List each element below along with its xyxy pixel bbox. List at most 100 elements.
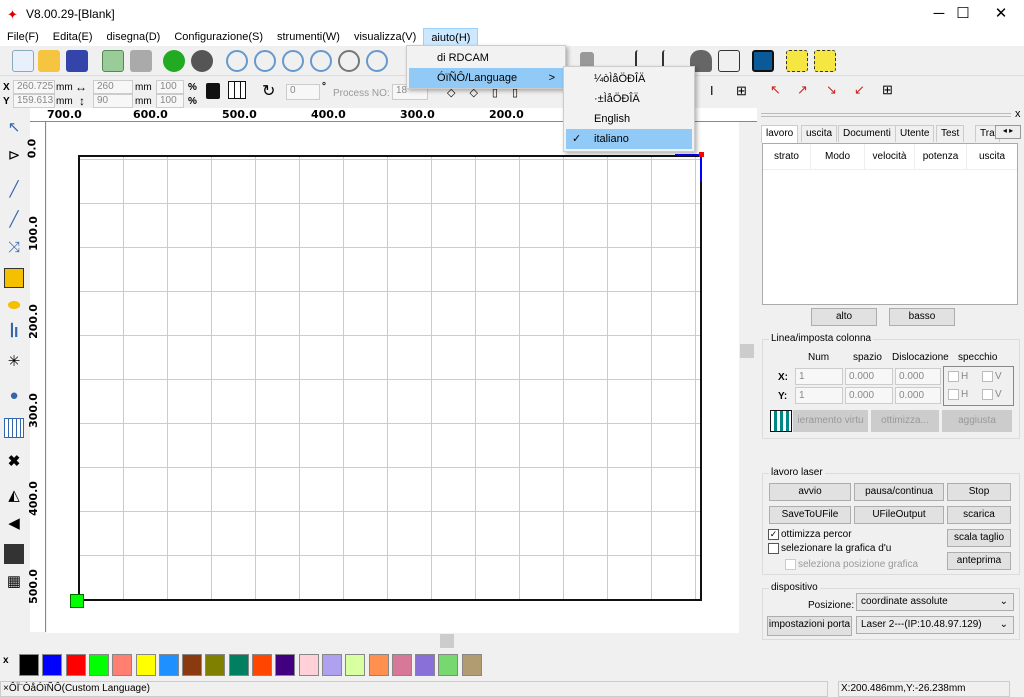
scale-x-field[interactable]: 100 [156,80,184,94]
color-swatch[interactable] [228,654,249,676]
export-icon[interactable] [130,50,152,72]
curve-tool-icon[interactable]: ⤨ [4,238,24,258]
menu-help[interactable]: aiuto(H) [423,28,479,46]
column-header[interactable]: Modo [811,144,865,169]
monitor-icon[interactable] [752,50,774,72]
zoom-page-icon[interactable] [310,50,332,72]
color-swatch[interactable] [275,654,296,676]
zoom-out-icon[interactable] [282,50,304,72]
stop-button[interactable]: Stop [947,483,1011,501]
optimize-button[interactable]: ottimizza... [871,410,939,432]
pause-continue-button[interactable]: pausa/continua [854,483,944,501]
adjust-button[interactable]: aggiusta [942,410,1012,432]
array-grid-icon[interactable] [770,410,792,432]
align-icon[interactable] [4,544,24,564]
color-swatch[interactable] [112,654,133,676]
scroll-thumb[interactable] [740,344,754,358]
preview-button[interactable]: anteprima [947,552,1011,570]
menu-view[interactable]: visualizza(V) [347,28,423,46]
color-swatch[interactable] [368,654,389,676]
horizontal-scrollbar[interactable] [47,633,739,649]
tab-utente[interactable]: Utente [895,125,935,142]
menu-item-about[interactable]: di RDCAM [409,48,563,68]
width-lock-icon[interactable]: ↔ [75,80,87,94]
color-swatch[interactable] [345,654,366,676]
menu-tools[interactable]: strumenti(W) [270,28,347,46]
move-down-button[interactable]: basso [889,308,955,326]
color-swatch[interactable] [415,654,436,676]
save-to-ufile-button[interactable]: SaveToUFile [769,506,851,524]
color-swatch[interactable] [158,654,179,676]
zoom-grid-icon[interactable] [338,50,360,72]
mirror-h-icon[interactable]: ◭ [4,486,24,506]
palette-close-button[interactable]: x [3,655,9,666]
menu-item-language[interactable]: ÓïÑÔ/Language > [409,68,563,88]
import-icon[interactable] [102,50,124,72]
menu-edit[interactable]: Edita(E) [46,28,100,46]
scale-y-field[interactable]: 100 [156,94,184,108]
delete-tool-icon[interactable]: ✖ [4,452,24,472]
color-swatch[interactable] [438,654,459,676]
cut-scale-button[interactable]: scala taglio [947,529,1011,547]
bottom-right-icon[interactable]: ↘ [826,82,837,98]
position-1-icon[interactable] [786,50,808,72]
node-edit-icon[interactable]: ⊳ [4,146,24,166]
zoom-all-icon[interactable] [366,50,388,72]
tab-uscita[interactable]: uscita [801,125,838,142]
x-offset-field[interactable]: 0.000 [895,368,941,385]
select-tool-icon[interactable]: ↖ [4,118,24,138]
anchor-grid-icon[interactable] [228,81,246,99]
mirror-x-h-checkbox[interactable]: H [948,371,968,382]
ellipse-tool-icon[interactable]: ⬬ [4,296,24,316]
language-english[interactable]: English [566,109,692,129]
point-tool-icon[interactable]: ✳ [4,352,24,372]
position-2-icon[interactable] [814,50,836,72]
array-tool-icon[interactable] [4,418,24,438]
rotate-icon[interactable]: ↻ [262,81,275,101]
list-icon[interactable] [718,50,740,72]
position-select[interactable]: coordinate assolute ⌄ [856,593,1014,611]
menu-config[interactable]: Configurazione(S) [167,28,270,46]
optimize-path-checkbox[interactable]: ✓ ottimizza percor [768,529,852,540]
color-swatch[interactable] [19,654,39,676]
same-height-icon[interactable]: Ⅰ [710,84,714,98]
x-num-field[interactable]: 1 [795,368,843,385]
vertical-scrollbar[interactable] [739,122,756,633]
menu-file[interactable]: File(F) [0,28,46,46]
column-header[interactable]: potenza [915,144,967,169]
close-button[interactable]: ✕ [978,0,1024,28]
mirror-y-h-checkbox[interactable]: H [948,389,968,400]
language-traditional-chinese[interactable]: ·±ÌåÖÐÎÄ [566,89,692,109]
rotation-field[interactable]: 0 [286,84,320,100]
color-swatch[interactable] [42,654,63,676]
port-settings-button[interactable]: impostazioni porta [767,616,852,636]
color-swatch[interactable] [391,654,412,676]
color-swatch[interactable] [88,654,109,676]
center-icon[interactable]: ⊞ [882,82,893,98]
y-spacing-field[interactable]: 0.000 [845,387,893,404]
select-graphics-checkbox[interactable]: selezionare la grafica d'u [768,543,891,554]
column-header[interactable]: uscita [967,144,1017,169]
color-swatch[interactable] [252,654,272,676]
line-tool-icon[interactable]: ╱ [4,180,24,200]
column-header[interactable]: velocità [865,144,915,169]
color-swatch[interactable] [182,654,203,676]
start-button[interactable]: avvio [769,483,851,501]
language-italian[interactable]: ✓ italiano [566,129,692,149]
lock-icon[interactable] [206,83,220,99]
same-size-icon[interactable]: ⊞ [736,83,747,99]
rectangle-tool-icon[interactable] [4,268,24,288]
zoom-plus-icon[interactable] [254,50,276,72]
save-icon[interactable] [66,50,88,72]
drawing-canvas[interactable] [47,122,739,633]
color-swatch[interactable] [135,654,156,676]
download-button[interactable]: scarica [947,506,1011,524]
color-swatch[interactable] [65,654,86,676]
laser-select[interactable]: Laser 2---(IP:10.48.97.129) ⌄ [856,616,1014,634]
new-file-icon[interactable] [12,50,34,72]
mirror-x-v-checkbox[interactable]: V [982,371,1002,382]
y-offset-field[interactable]: 0.000 [895,387,941,404]
width-field[interactable]: 260 [93,80,133,94]
virtual-array-button[interactable]: ieramento virtu [793,410,868,432]
color-swatch[interactable] [321,654,342,676]
